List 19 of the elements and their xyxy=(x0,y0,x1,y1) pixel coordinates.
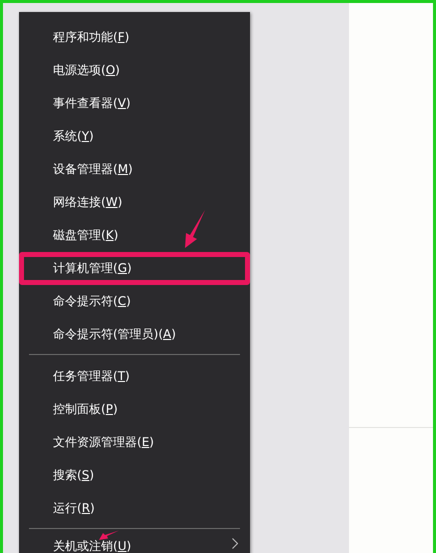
menu-item[interactable]: 控制面板(P) xyxy=(19,392,250,426)
annotation-arrow xyxy=(98,530,120,540)
menu-item[interactable]: 系统(Y) xyxy=(19,120,250,152)
menu-item[interactable]: 事件查看器(V) xyxy=(19,86,250,120)
chevron-right-icon xyxy=(232,538,238,548)
menu-item[interactable]: 电源选项(O) xyxy=(19,54,250,86)
menu-item[interactable]: 运行(R) xyxy=(19,492,250,524)
menu-item[interactable]: 命令提示符(C) xyxy=(19,284,250,318)
menu-item[interactable]: 关机或注销(U) xyxy=(19,534,250,553)
menu-item[interactable]: 计算机管理(G) xyxy=(19,252,250,284)
menu-item[interactable]: 设备管理器(M) xyxy=(19,152,250,186)
menu-item[interactable]: 网络连接(W) xyxy=(19,186,250,218)
annotation-arrow xyxy=(183,209,207,249)
menu-item[interactable]: 命令提示符(管理员)(A) xyxy=(19,318,250,350)
menu-item[interactable]: 程序和功能(F) xyxy=(19,20,250,54)
menu-item[interactable]: 任务管理器(T) xyxy=(19,360,250,392)
menu-item[interactable]: 搜索(S) xyxy=(19,458,250,492)
menu-item[interactable]: 磁盘管理(K) xyxy=(19,218,250,252)
menu-item[interactable]: 文件资源管理器(E) xyxy=(19,426,250,458)
